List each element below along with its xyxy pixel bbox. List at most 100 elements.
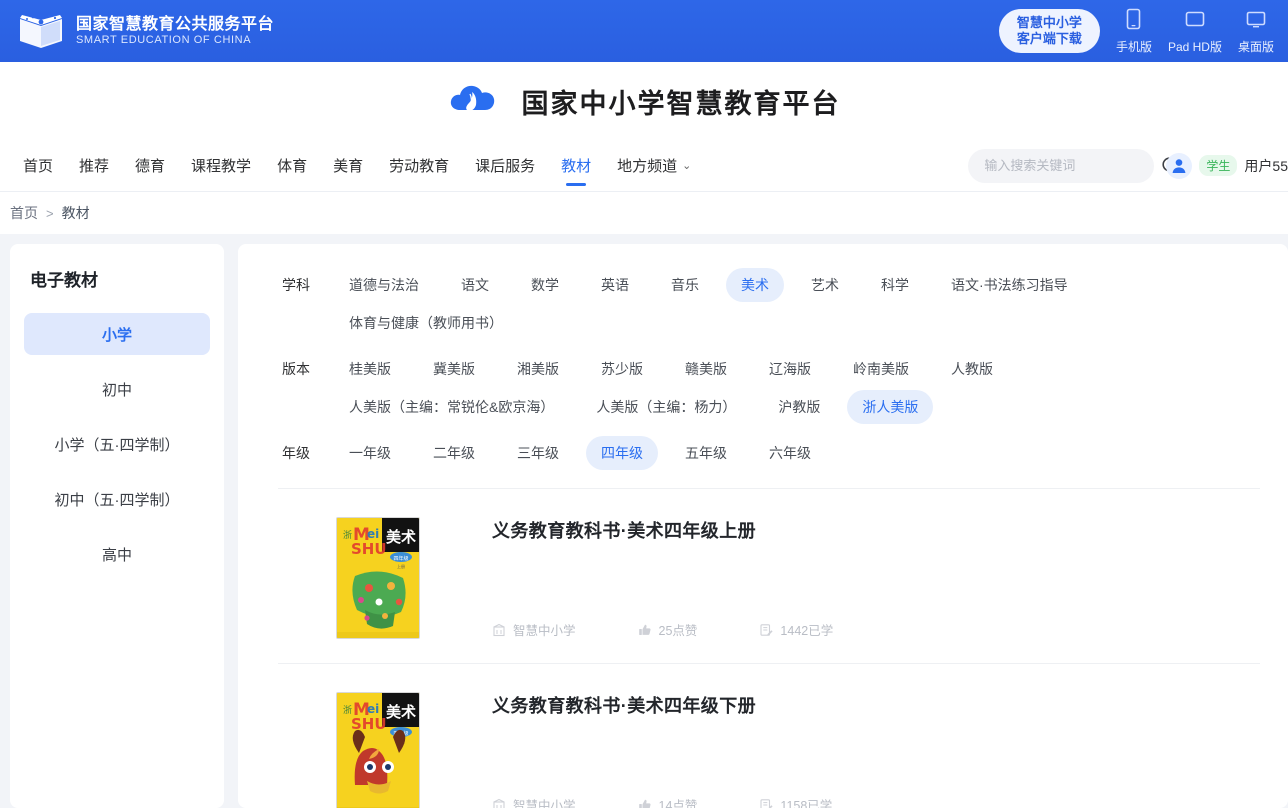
page-body: 电子教材 小学 初中 小学（五·四学制） 初中（五·四学制） 高中 学科 道德与… bbox=[0, 234, 1288, 808]
book-likes: 25点赞 bbox=[638, 620, 697, 639]
book-meta: 智慧中小学 14点赞 1158已学 bbox=[492, 795, 1260, 808]
filter-chip-daodeyufazhi[interactable]: 道德与法治 bbox=[334, 268, 434, 302]
nav-item-laodongjiaoyu[interactable]: 劳动教育 bbox=[376, 140, 462, 192]
nav-item-tuijian[interactable]: 推荐 bbox=[66, 140, 122, 192]
book-list-item[interactable]: 美术 浙 M ei SHU 四年级 上册 义务教育教科书·美术四年级上册 智慧中… bbox=[278, 489, 1260, 664]
book-cover-image: 美术 浙 M ei SHU 四年级 下册 bbox=[337, 693, 419, 808]
book-publisher-text: 智慧中小学 bbox=[513, 624, 576, 638]
client-download-button[interactable]: 智慧中小学 客户端下载 bbox=[998, 8, 1100, 54]
book-info: 义务教育教科书·美术四年级上册 智慧中小学 25点赞 1442已学 bbox=[420, 517, 1260, 639]
download-pad-label: Pad HD版 bbox=[1167, 39, 1222, 54]
filter-chip-lingnanmei[interactable]: 岭南美版 bbox=[838, 352, 924, 386]
nav-label: 美育 bbox=[333, 158, 364, 175]
nav-item-meiyu[interactable]: 美育 bbox=[320, 140, 376, 192]
book-likes-text: 14点赞 bbox=[658, 799, 698, 808]
sidebar-item-chuzhong-54[interactable]: 初中（五·四学制） bbox=[24, 478, 210, 520]
brand-name-cn: 国家智慧教育公共服务平台 bbox=[76, 15, 275, 33]
nav-label: 劳动教育 bbox=[389, 158, 450, 175]
sidebar-item-gaozhong[interactable]: 高中 bbox=[24, 533, 210, 575]
book-cover[interactable]: 美术 浙 M ei SHU 四年级 下册 bbox=[336, 692, 420, 808]
main-navigation: 首页 推荐 德育 课程教学 体育 美育 劳动教育 课后服务 教材 地方频道 ⌄ bbox=[0, 140, 1288, 192]
filter-chip-yinyue[interactable]: 音乐 bbox=[656, 268, 714, 302]
filter-label-version: 版本 bbox=[282, 361, 310, 377]
breadcrumb-home[interactable]: 首页 bbox=[10, 203, 38, 223]
sidebar-item-xiaoxue[interactable]: 小学 bbox=[24, 313, 210, 355]
filter-chip-grade-6[interactable]: 六年级 bbox=[754, 436, 826, 470]
client-download-line1: 智慧中小学 bbox=[1016, 14, 1082, 30]
nav-item-kehoufuwu[interactable]: 课后服务 bbox=[462, 140, 548, 192]
book-list-item[interactable]: 美术 浙 M ei SHU 四年级 下册 bbox=[278, 664, 1260, 808]
nav-item-kechengjiaoxue[interactable]: 课程教学 bbox=[178, 140, 264, 192]
user-avatar-icon bbox=[1173, 158, 1186, 173]
tablet-icon bbox=[1184, 8, 1206, 35]
nav-item-tiyu[interactable]: 体育 bbox=[264, 140, 320, 192]
filter-chip-grade-1[interactable]: 一年级 bbox=[334, 436, 406, 470]
sidebar-item-label: 高中 bbox=[101, 546, 132, 564]
search-input[interactable] bbox=[984, 158, 1161, 173]
filter-chip-grade-2[interactable]: 二年级 bbox=[418, 436, 490, 470]
book-learners-text: 1158已学 bbox=[780, 799, 833, 808]
avatar[interactable] bbox=[1166, 152, 1193, 179]
sidebar-item-label: 小学 bbox=[101, 326, 132, 344]
filter-chip-renjiao[interactable]: 人教版 bbox=[936, 352, 1008, 386]
sidebar-item-xiaoxue-54[interactable]: 小学（五·四学制） bbox=[24, 423, 210, 465]
filter-chip-shuxue[interactable]: 数学 bbox=[516, 268, 574, 302]
filter-chip-liaohai[interactable]: 辽海版 bbox=[754, 352, 826, 386]
filter-chip-yuwen[interactable]: 语文 bbox=[446, 268, 504, 302]
filter-row-grade: 年级 一年级 二年级 三年级 四年级 五年级 六年级 bbox=[278, 436, 1260, 474]
thumbs-up-icon bbox=[638, 624, 651, 635]
book-logo-icon bbox=[20, 14, 62, 48]
user-area[interactable]: 学生 用户55 bbox=[1166, 152, 1288, 179]
filter-chip-sushao[interactable]: 苏少版 bbox=[586, 352, 658, 386]
filter-chip-zherenmei[interactable]: 浙人美版 bbox=[847, 390, 934, 424]
filter-options-grade: 一年级 二年级 三年级 四年级 五年级 六年级 bbox=[334, 436, 1260, 474]
nav-item-list: 首页 推荐 德育 课程教学 体育 美育 劳动教育 课后服务 教材 地方频道 ⌄ bbox=[10, 140, 704, 192]
sidebar-item-chuzhong[interactable]: 初中 bbox=[24, 368, 210, 410]
nav-item-difangpindao[interactable]: 地方频道 ⌄ bbox=[604, 140, 704, 192]
book-learners-text: 1442已学 bbox=[780, 624, 834, 638]
study-icon bbox=[760, 623, 774, 636]
filter-chip-yishu[interactable]: 艺术 bbox=[796, 268, 854, 302]
nav-item-jiaocai[interactable]: 教材 bbox=[548, 140, 604, 192]
filter-chip-xiangmei[interactable]: 湘美版 bbox=[502, 352, 574, 386]
nav-item-shouye[interactable]: 首页 bbox=[10, 140, 66, 192]
sidebar-title: 电子教材 bbox=[30, 271, 98, 290]
svg-text:上册: 上册 bbox=[397, 563, 405, 569]
top-blue-bar: 国家智慧教育公共服务平台 SMART EDUCATION OF CHINA 智慧… bbox=[0, 0, 1288, 62]
nav-label: 教材 bbox=[561, 158, 592, 175]
sidebar: 电子教材 小学 初中 小学（五·四学制） 初中（五·四学制） 高中 bbox=[10, 244, 224, 808]
nav-item-deyu[interactable]: 德育 bbox=[122, 140, 178, 192]
download-mobile[interactable]: 手机版 bbox=[1116, 8, 1152, 55]
download-desktop[interactable]: 桌面版 bbox=[1238, 8, 1274, 55]
book-learners: 1442已学 bbox=[759, 620, 833, 639]
filter-chip-renmei-yangli[interactable]: 人美版（主编：杨力） bbox=[581, 390, 751, 424]
filter-chip-hujiao[interactable]: 沪教版 bbox=[763, 390, 835, 424]
nav-label: 推荐 bbox=[79, 158, 110, 175]
download-pad[interactable]: Pad HD版 bbox=[1168, 8, 1222, 55]
book-info: 义务教育教科书·美术四年级下册 智慧中小学 14点赞 1158已学 bbox=[420, 692, 1260, 808]
search-box[interactable] bbox=[968, 148, 1181, 183]
sidebar-item-label: 初中 bbox=[101, 381, 132, 399]
filter-chip-yingyu[interactable]: 英语 bbox=[586, 268, 644, 302]
filter-options-version: 桂美版 冀美版 湘美版 苏少版 赣美版 辽海版 岭南美版 人教版 人美版（主编：… bbox=[334, 352, 1260, 428]
filter-chip-ganmei[interactable]: 赣美版 bbox=[670, 352, 742, 386]
filter-chip-tiyujiankang[interactable]: 体育与健康（教师用书） bbox=[334, 306, 518, 340]
download-mobile-label: 手机版 bbox=[1115, 39, 1152, 54]
filter-chip-guimei[interactable]: 桂美版 bbox=[334, 352, 406, 386]
filter-chip-grade-3[interactable]: 三年级 bbox=[502, 436, 574, 470]
filter-chip-grade-4[interactable]: 四年级 bbox=[586, 436, 658, 470]
filter-options-subject: 道德与法治 语文 数学 英语 音乐 美术 艺术 科学 语文·书法练习指导 体育与… bbox=[334, 268, 1260, 344]
filter-label-subject: 学科 bbox=[282, 277, 310, 293]
chevron-down-icon: ⌄ bbox=[682, 160, 692, 172]
svg-text:SHU: SHU bbox=[351, 540, 387, 558]
filter-chip-kexue[interactable]: 科学 bbox=[866, 268, 924, 302]
nav-label: 德育 bbox=[135, 158, 166, 175]
site-brand[interactable]: 国家智慧教育公共服务平台 SMART EDUCATION OF CHINA bbox=[18, 11, 274, 51]
filter-chip-jimei[interactable]: 冀美版 bbox=[418, 352, 490, 386]
book-cover[interactable]: 美术 浙 M ei SHU 四年级 上册 bbox=[336, 517, 420, 639]
filter-chip-meishu[interactable]: 美术 bbox=[726, 268, 784, 302]
desktop-icon bbox=[1245, 8, 1267, 35]
filter-chip-grade-5[interactable]: 五年级 bbox=[670, 436, 742, 470]
filter-chip-shufa[interactable]: 语文·书法练习指导 bbox=[936, 268, 1083, 302]
filter-chip-renmei-changruilun[interactable]: 人美版（主编：常锐伦&欧京海） bbox=[334, 390, 569, 424]
